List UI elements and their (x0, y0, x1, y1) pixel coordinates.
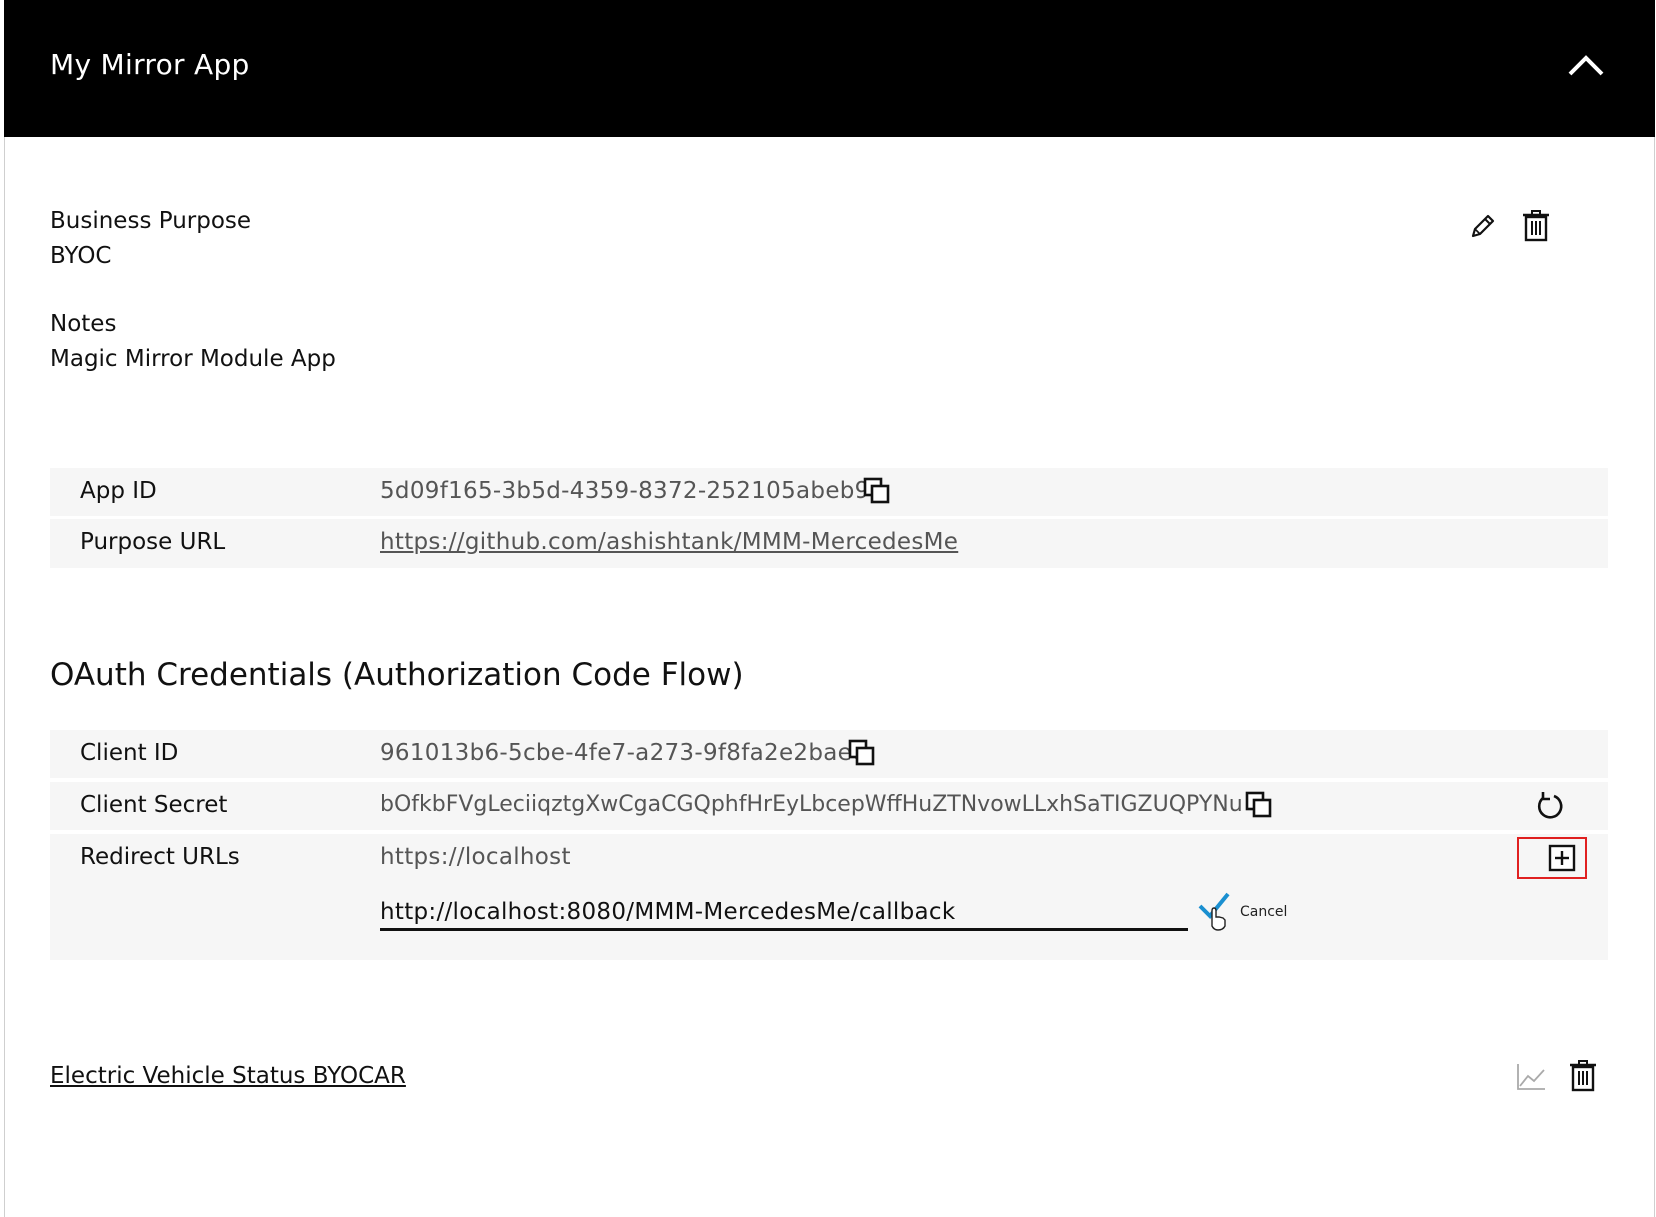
notes-label: Notes (50, 311, 117, 337)
redirect-url-input[interactable] (380, 896, 1188, 931)
purpose-url-row: Purpose URL https://github.com/ashishtan… (50, 519, 1608, 568)
copy-icon[interactable] (862, 476, 892, 510)
chart-icon[interactable] (1515, 1062, 1547, 1096)
app-panel (4, 0, 1655, 1217)
cancel-button[interactable]: Cancel (1240, 904, 1287, 920)
business-purpose-value: BYOC (50, 243, 112, 269)
client-secret-row: Client Secret bOfkbFVgLeciiqztgXwCgaCGQp… (50, 782, 1608, 830)
pencil-icon[interactable] (1468, 211, 1498, 245)
client-secret-label: Client Secret (80, 792, 228, 818)
add-redirect-highlight (1517, 837, 1587, 879)
redirect-urls-row: Redirect URLs https://localhost Cancel (50, 834, 1608, 960)
app-id-row: App ID 5d09f165-3b5d-4359-8372-252105abe… (50, 468, 1608, 516)
client-id-value: 961013b6-5cbe-4fe7-a273-9f8fa2e2baee (380, 740, 867, 766)
copy-icon[interactable] (1244, 790, 1274, 824)
redirect-url-item: https://localhost (380, 844, 571, 870)
purpose-url-value[interactable]: https://github.com/ashishtank/MMM-Merced… (380, 529, 958, 555)
purpose-url-label: Purpose URL (80, 529, 226, 555)
app-id-value: 5d09f165-3b5d-4359-8372-252105abeb9f (380, 478, 878, 504)
oauth-section-title: OAuth Credentials (Authorization Code Fl… (50, 657, 744, 693)
chevron-up-icon[interactable] (1564, 44, 1608, 88)
client-id-row: Client ID 961013b6-5cbe-4fe7-a273-9f8fa2… (50, 730, 1608, 778)
checkmark-icon[interactable] (1196, 886, 1238, 936)
refresh-icon[interactable] (1534, 790, 1566, 826)
purpose-url-link[interactable]: https://github.com/ashishtank/MMM-Merced… (380, 529, 958, 555)
client-id-label: Client ID (80, 740, 179, 766)
redirect-urls-label: Redirect URLs (80, 844, 240, 870)
client-secret-value: bOfkbFVgLeciiqztgXwCgaCGQphfHrEyLbcepWff… (380, 792, 1243, 817)
product-link[interactable]: Electric Vehicle Status BYOCAR (50, 1063, 406, 1089)
trash-icon[interactable] (1521, 210, 1551, 246)
app-title: My Mirror App (50, 48, 250, 81)
copy-icon[interactable] (847, 738, 877, 772)
trash-icon[interactable] (1568, 1060, 1598, 1096)
business-purpose-label: Business Purpose (50, 208, 252, 234)
notes-value: Magic Mirror Module App (50, 346, 336, 372)
app-id-label: App ID (80, 478, 157, 504)
app-header: My Mirror App (4, 0, 1655, 137)
